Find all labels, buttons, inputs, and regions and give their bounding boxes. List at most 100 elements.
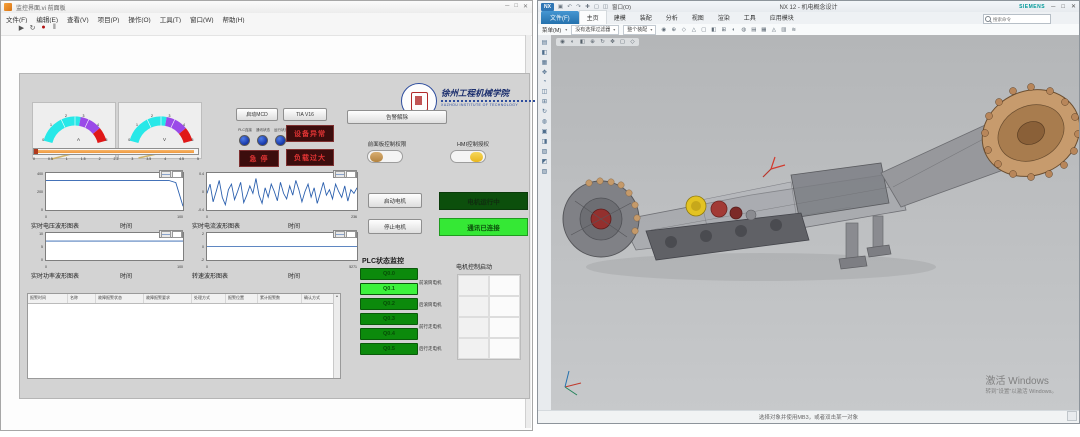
selection-filter-dropdown[interactable]: 没有选择过滤器▾: [571, 25, 619, 35]
plc-led[interactable]: [239, 135, 250, 146]
tab-view[interactable]: 视图: [685, 11, 711, 24]
threshold-slider[interactable]: 00.5 11.5 22.5 33.5 44.5 5: [33, 148, 199, 168]
point-icon[interactable]: ⊕: [670, 27, 677, 33]
shaded-icon[interactable]: ◐: [569, 39, 576, 45]
motor-cell[interactable]: [489, 338, 520, 359]
minimize-icon[interactable]: ─: [505, 3, 509, 10]
assembly-navigator-icon[interactable]: ▤: [541, 39, 548, 46]
power-waveform-chart[interactable]: 10 5 0 0 100: [31, 231, 186, 269]
start-mcd-button[interactable]: 启动MCD: [236, 108, 278, 121]
slider-thumb[interactable]: [34, 149, 38, 154]
plc-q04-indicator[interactable]: Q0.4: [360, 328, 418, 340]
selection-scope-dropdown[interactable]: 整个装配▾: [623, 25, 656, 35]
plc-q02-indicator[interactable]: Q0.2: [360, 298, 418, 310]
plc-q03-indicator[interactable]: Q0.3: [360, 313, 418, 325]
minimize-icon[interactable]: ─: [1051, 4, 1055, 10]
plc-q05-indicator[interactable]: Q0.5: [360, 343, 418, 355]
section-icon[interactable]: ▦: [760, 27, 767, 33]
plc-q00-indicator[interactable]: Q0.0: [360, 268, 418, 280]
tab-assembly[interactable]: 装配: [633, 11, 659, 24]
measure-icon[interactable]: ◬: [770, 27, 777, 33]
tia-button[interactable]: TIA V16: [283, 108, 327, 121]
panel-authority-switch[interactable]: [367, 150, 403, 163]
constraints-icon[interactable]: ≋: [790, 27, 797, 33]
process-studio-icon[interactable]: ◍: [541, 118, 548, 125]
snap-point-icon[interactable]: ◉: [660, 27, 667, 33]
reuse-library-icon[interactable]: ◔: [541, 79, 548, 85]
emergency-stop-banner[interactable]: 急 停: [239, 150, 279, 167]
system-scene-icon[interactable]: ▨: [541, 148, 548, 155]
abort-icon[interactable]: ●: [40, 24, 47, 35]
visibility-icon[interactable]: ▥: [780, 27, 787, 33]
details-panel-icon[interactable]: ▧: [541, 168, 548, 175]
tab-file[interactable]: 文件(F): [541, 11, 579, 24]
run-continuous-icon[interactable]: ↻: [29, 24, 36, 35]
run-led[interactable]: [275, 135, 286, 146]
layer-icon[interactable]: ▤: [750, 27, 757, 33]
datum-icon[interactable]: ◇: [680, 27, 687, 33]
graphics-viewport[interactable]: ◉◐◧⊕↻✥▢◇ 激活 Windows 转到“设置”以激活 Windows。: [551, 35, 1079, 411]
table-scrollbar[interactable]: ▲: [333, 294, 340, 378]
zoom-icon[interactable]: ⊕: [589, 39, 596, 45]
run-icon[interactable]: ▶: [18, 24, 25, 35]
motor-stop-button[interactable]: 停止电机: [368, 219, 422, 234]
tab-modeling[interactable]: 建模: [607, 11, 633, 24]
trimetric-view-icon[interactable]: ◇: [629, 39, 636, 45]
tab-render[interactable]: 渲染: [711, 11, 737, 24]
plot-legend[interactable]: [159, 230, 183, 238]
tab-application[interactable]: 应用模块: [763, 11, 801, 24]
motor-cell[interactable]: [489, 317, 520, 338]
pan-icon[interactable]: ✥: [609, 39, 616, 45]
motor-running-indicator[interactable]: 电机运行中: [439, 192, 528, 210]
tab-home[interactable]: 主页: [579, 10, 607, 24]
face-filter-icon[interactable]: ▢: [700, 27, 707, 33]
front-view-icon[interactable]: ▢: [619, 39, 626, 45]
edge-filter-icon[interactable]: ◧: [710, 27, 717, 33]
maximize-icon[interactable]: □: [514, 3, 518, 10]
roles-icon[interactable]: ◨: [541, 138, 548, 145]
close-icon[interactable]: ✕: [1071, 3, 1076, 10]
plot-legend[interactable]: [333, 230, 357, 238]
speed-waveform-chart[interactable]: 2 0 -2 0 5271: [192, 231, 360, 269]
overload-banner[interactable]: 负载过大: [286, 149, 334, 166]
alarm-table[interactable]: 报警时间 名称 故障报警状态 故障报警要求 处理方式 报警位置 累计报警数 确认…: [27, 293, 341, 379]
close-icon[interactable]: ✕: [523, 3, 528, 10]
voltage-waveform-chart[interactable]: 400 200 0 0 100: [31, 171, 186, 219]
maximize-icon[interactable]: □: [1061, 4, 1065, 10]
history-icon[interactable]: ↻: [541, 108, 548, 115]
motor-start-button[interactable]: 启动电机: [368, 193, 422, 208]
command-search-input[interactable]: [991, 17, 1047, 22]
motor-cell[interactable]: [458, 338, 489, 359]
mechatronics-navigator-icon[interactable]: ✥: [541, 69, 548, 76]
hd3d-tools-icon[interactable]: ◫: [541, 88, 548, 95]
part-navigator-icon[interactable]: ▦: [541, 59, 548, 66]
menu-button[interactable]: 菜单(M): [542, 26, 561, 34]
manufacturing-wizard-icon[interactable]: ▣: [541, 128, 548, 135]
current-waveform-chart[interactable]: 0.4 0 -0.4 0 236: [192, 171, 360, 219]
pause-icon[interactable]: ‖: [51, 24, 58, 35]
plc-q01-indicator[interactable]: Q0.1: [360, 283, 418, 295]
command-finder[interactable]: [983, 14, 1051, 24]
fit-view-icon[interactable]: ◉: [559, 39, 566, 45]
comm-led[interactable]: [257, 135, 268, 146]
wireframe-view-icon[interactable]: ◍: [740, 27, 747, 33]
motor-cell[interactable]: [458, 275, 489, 296]
plot-legend[interactable]: [333, 170, 357, 178]
motor-cell[interactable]: [458, 317, 489, 338]
window-menu[interactable]: 窗口(O): [612, 3, 631, 11]
motor-cell[interactable]: [458, 296, 489, 317]
motor-cell[interactable]: [489, 296, 520, 317]
triangle-filter-icon[interactable]: △: [690, 27, 697, 33]
half-section-icon[interactable]: ◧: [579, 39, 586, 45]
hmi-authority-switch[interactable]: [450, 150, 486, 163]
constraint-navigator-icon[interactable]: ◧: [541, 49, 548, 56]
dependencies-icon[interactable]: ◩: [541, 158, 548, 165]
plot-legend[interactable]: [159, 170, 183, 178]
tab-analysis[interactable]: 分析: [659, 11, 685, 24]
shaded-view-icon[interactable]: ◐: [730, 27, 737, 33]
comm-connected-indicator[interactable]: 通讯已连接: [439, 218, 528, 236]
rotate-icon[interactable]: ↻: [599, 39, 606, 45]
web-browser-icon[interactable]: ⊞: [541, 98, 548, 105]
resize-grip[interactable]: [1067, 411, 1077, 421]
motor-control-grid[interactable]: [457, 274, 521, 360]
